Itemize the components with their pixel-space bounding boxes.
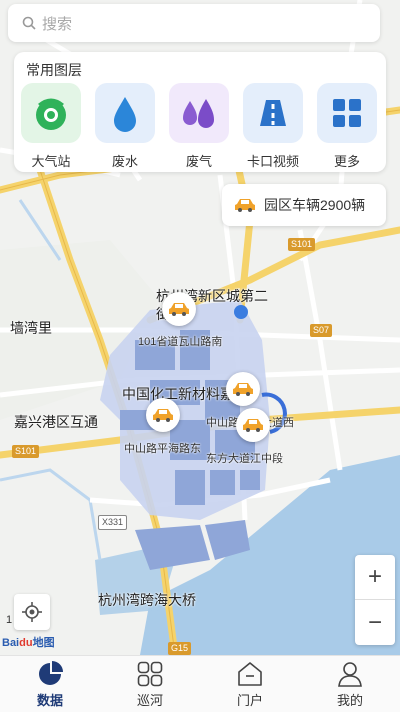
data-pie-icon xyxy=(39,661,63,685)
brand-bai: Bai xyxy=(2,637,20,649)
tab-mine[interactable]: 我的 xyxy=(300,656,400,712)
patrol-grid-icon xyxy=(137,661,163,687)
vehicle-marker[interactable] xyxy=(236,408,270,442)
car-icon xyxy=(233,383,253,396)
search-input[interactable]: 搜索 xyxy=(8,4,380,42)
road-badge-g15: G15 xyxy=(168,642,192,655)
tab-label: 门户 xyxy=(236,693,263,708)
zoom-out-button[interactable]: − xyxy=(355,600,395,645)
vehicle-marker[interactable] xyxy=(162,292,196,326)
common-layers-panel: 常用图层 大气站 废水 废气 卡口视频 更多 xyxy=(14,52,386,172)
layer-label: 更多 xyxy=(333,154,360,169)
park-vehicle-count-button[interactable]: 园区车辆2900辆 xyxy=(222,184,386,226)
zoom-control: + − xyxy=(355,555,395,645)
zoom-in-button[interactable]: + xyxy=(355,555,395,600)
portal-home-icon xyxy=(238,662,262,686)
tab-label: 巡河 xyxy=(136,693,163,708)
layers-title: 常用图层 xyxy=(26,62,82,78)
bottom-tab-bar: 数据 巡河 门户 我的 xyxy=(0,655,400,712)
map-label-jiaxing-port: 嘉兴港区互通 xyxy=(14,414,98,430)
grid-more-icon xyxy=(317,83,377,143)
road-badge-s07: S07 xyxy=(310,324,333,337)
tab-label: 我的 xyxy=(336,693,363,708)
crosshair-icon xyxy=(22,602,42,622)
profile-icon xyxy=(338,662,362,687)
vehicle-marker[interactable] xyxy=(146,398,180,432)
layer-checkpoint-video[interactable]: 卡口视频 xyxy=(242,83,304,170)
map-view[interactable]: 杭州湾新区城第二 街 101省道瓦山路南 墙湾里 中国化工新材料嘉兴 中山路东方… xyxy=(0,0,400,655)
road-badge-s101-top: S101 xyxy=(288,238,316,251)
layer-label: 废水 xyxy=(111,154,138,169)
layer-more[interactable]: 更多 xyxy=(316,83,378,170)
map-label-bridge: 杭州湾跨海大桥 xyxy=(98,592,196,608)
car-icon xyxy=(235,199,255,212)
map-label-wanwan: 墙湾里 xyxy=(10,320,52,336)
brand-du: du xyxy=(19,637,33,649)
map-label-road-101: 101省道瓦山路南 xyxy=(138,336,223,348)
layer-air-station[interactable]: 大气站 xyxy=(20,83,82,170)
baidu-map-logo: Baidu地图 xyxy=(2,634,55,650)
park-vehicle-count-label: 园区车辆2900辆 xyxy=(264,197,366,213)
brand-map: 地图 xyxy=(32,637,55,649)
car-icon xyxy=(169,303,189,316)
road-badge-s101-left: S101 xyxy=(12,445,40,458)
checkpoint-video-icon xyxy=(243,83,303,143)
tab-label: 数据 xyxy=(36,693,63,708)
tab-portal[interactable]: 门户 xyxy=(200,656,300,712)
map-scale-number: 1 xyxy=(6,614,13,626)
vehicle-marker[interactable] xyxy=(226,372,260,406)
layer-label: 大气站 xyxy=(31,154,71,169)
layer-label: 废气 xyxy=(185,154,212,169)
layer-exhaust-gas[interactable]: 废气 xyxy=(168,83,230,170)
tab-patrol[interactable]: 巡河 xyxy=(100,656,200,712)
wastewater-icon xyxy=(95,83,155,143)
locate-button[interactable] xyxy=(14,594,50,630)
map-label-zhongshan-ping: 中山路平海路东 xyxy=(124,443,201,455)
tab-data[interactable]: 数据 xyxy=(0,656,100,712)
layer-wastewater[interactable]: 废水 xyxy=(94,83,156,170)
layer-label: 卡口视频 xyxy=(246,154,299,169)
map-label-dongfang: 东方大道江中段 xyxy=(206,453,283,465)
car-icon xyxy=(153,409,173,422)
road-badge-x331: X331 xyxy=(98,515,128,530)
search-placeholder: 搜索 xyxy=(42,15,73,33)
air-station-icon xyxy=(21,83,81,143)
exhaust-gas-icon xyxy=(169,83,229,143)
car-icon xyxy=(243,419,263,432)
search-icon xyxy=(22,16,36,30)
